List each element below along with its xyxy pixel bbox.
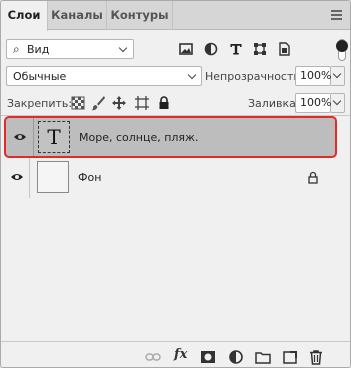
background-layer-thumbnail[interactable] <box>37 161 69 193</box>
tab-channels[interactable]: Каналы <box>48 1 107 30</box>
lock-label: Закрепить: <box>7 97 73 110</box>
fill-field[interactable]: 100% <box>295 93 331 113</box>
lock-transparent-icon[interactable] <box>70 95 86 111</box>
layer-name[interactable]: Море, солнце, пляж. <box>79 131 198 144</box>
fill-label: Заливка: <box>248 97 300 110</box>
fx-icon[interactable]: fx <box>174 347 187 362</box>
type-filter-icon[interactable] <box>227 40 245 58</box>
layers-panel: Слои Каналы Контуры ⌕ Вид Обычные Непроз… <box>0 0 351 368</box>
link-layers-icon[interactable] <box>145 349 161 365</box>
visibility-column <box>2 158 30 198</box>
layer-row-text[interactable]: T Море, солнце, пляж. <box>4 116 337 158</box>
chevron-down-icon <box>332 96 342 106</box>
lock-all-icon[interactable] <box>156 95 172 111</box>
new-group-icon[interactable] <box>255 349 271 365</box>
blend-mode-value: Обычные <box>13 70 67 83</box>
lock-position-icon[interactable] <box>111 95 127 111</box>
eye-icon[interactable] <box>10 172 24 182</box>
search-icon: ⌕ <box>13 42 20 56</box>
new-layer-icon[interactable] <box>282 349 298 365</box>
opacity-dropdown-button[interactable] <box>331 66 345 86</box>
fill-dropdown-button[interactable] <box>331 93 345 113</box>
chevron-down-icon <box>187 70 197 80</box>
text-layer-thumbnail[interactable]: T <box>38 121 70 153</box>
new-adjustment-icon[interactable] <box>228 349 244 365</box>
chevron-down-icon <box>118 43 128 53</box>
panel-menu-icon[interactable] <box>331 10 342 20</box>
layer-row-background[interactable]: Фон <box>2 158 349 198</box>
filter-kind-select[interactable]: ⌕ Вид <box>6 39 134 59</box>
opacity-label: Непрозрачность: <box>205 70 304 83</box>
lock-image-icon[interactable] <box>90 95 106 111</box>
eye-icon[interactable] <box>13 132 27 142</box>
chevron-down-icon <box>332 69 342 79</box>
layer-name[interactable]: Фон <box>78 171 101 184</box>
tab-layers[interactable]: Слои <box>1 1 48 31</box>
shape-filter-icon[interactable] <box>251 40 269 58</box>
add-mask-icon[interactable] <box>200 349 216 365</box>
filter-kind-value: Вид <box>27 43 50 56</box>
blend-mode-select[interactable]: Обычные <box>6 66 202 86</box>
opacity-field[interactable]: 100% <box>295 66 331 86</box>
bottom-toolbar: fx <box>1 341 350 367</box>
visibility-column <box>6 118 34 156</box>
layer-list: T Море, солнце, пляж. Фон <box>2 116 349 341</box>
tab-strip: Слои Каналы Контуры <box>1 1 350 31</box>
image-filter-icon[interactable] <box>177 40 195 58</box>
tab-paths[interactable]: Контуры <box>107 1 173 30</box>
adjustment-filter-icon[interactable] <box>202 40 220 58</box>
filter-toggle-knob[interactable] <box>336 40 348 52</box>
lock-artboard-icon[interactable] <box>134 95 150 111</box>
lock-icon <box>308 171 318 184</box>
smart-object-filter-icon[interactable] <box>275 40 293 58</box>
delete-layer-icon[interactable] <box>308 349 324 365</box>
